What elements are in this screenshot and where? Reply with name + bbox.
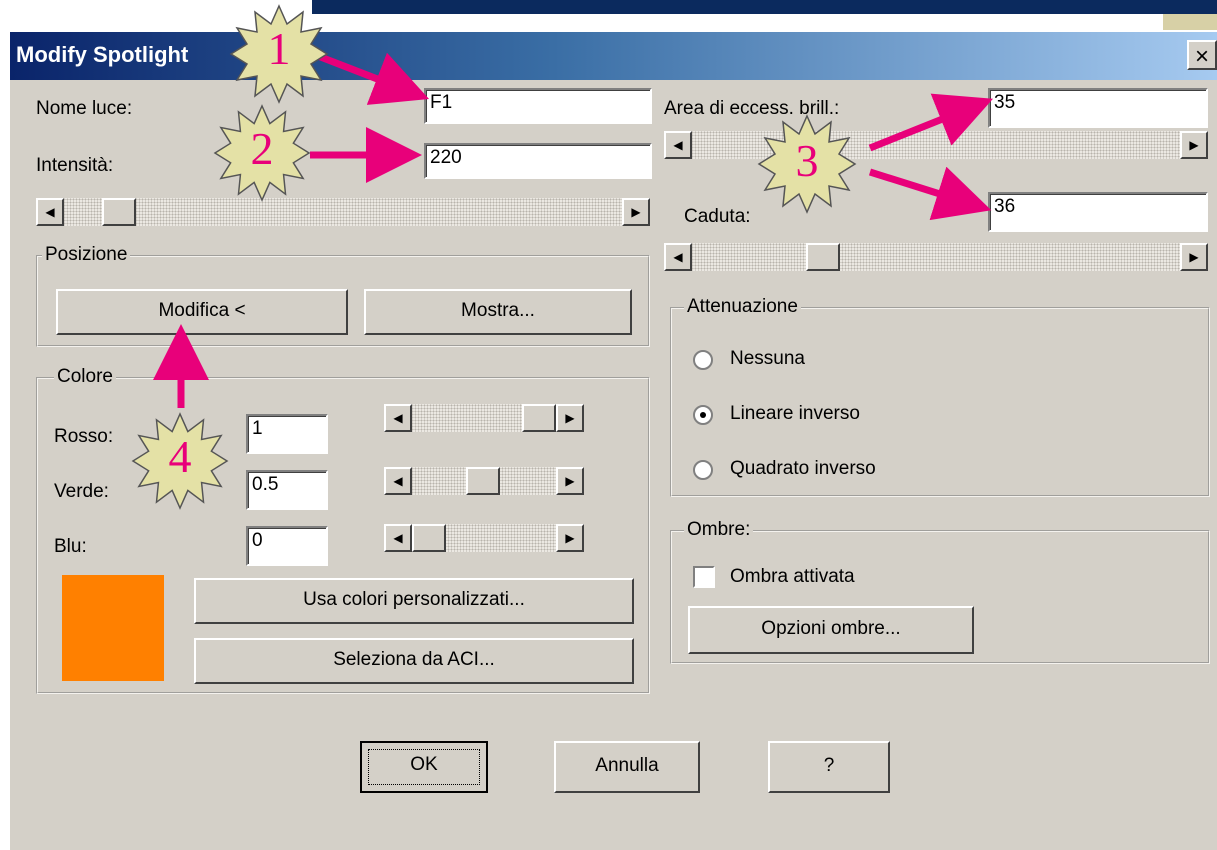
callout-1-number: 1: [267, 23, 291, 74]
callout-star-2: 2: [210, 104, 314, 202]
arrow-3-to-falloff-field: [868, 166, 992, 221]
callout-star-4: 4: [128, 412, 232, 510]
callout-star-3: 3: [752, 114, 862, 214]
arrow-1-to-name-field: [316, 52, 430, 105]
callout-3-number: 3: [795, 135, 819, 186]
callout-4-number: 4: [168, 431, 192, 482]
callout-2-number: 2: [250, 123, 274, 174]
callout-star-1: 1: [226, 4, 332, 104]
arrow-3-to-hotspot-field: [868, 93, 993, 152]
